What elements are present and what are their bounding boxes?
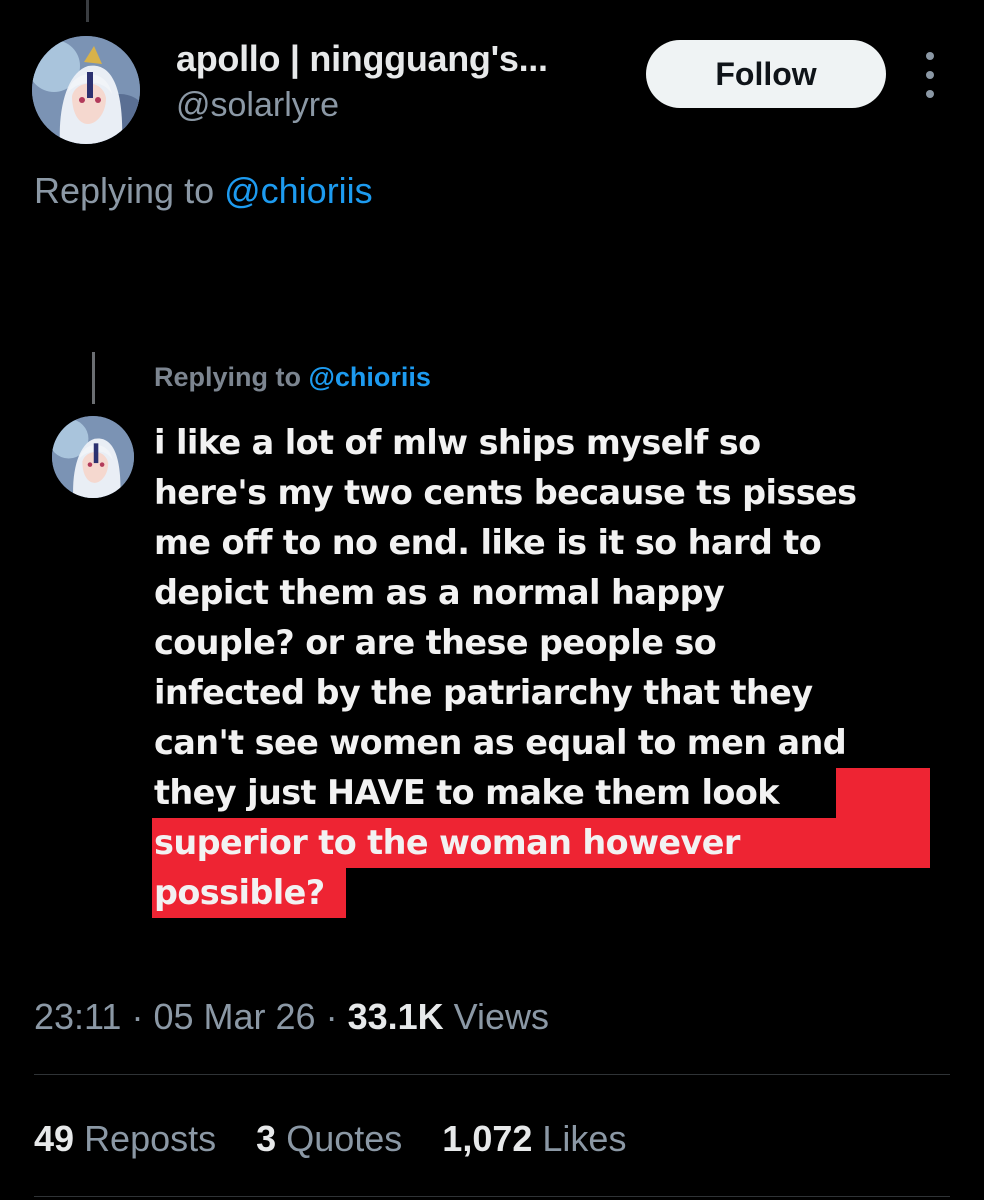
likes-count: 1,072 <box>442 1118 533 1159</box>
embedded-text-line: couple? or are these people so <box>154 623 717 662</box>
embedded-reply-context: Replying to @chioriis <box>154 362 431 393</box>
reposts-stat[interactable]: 49 Reposts <box>34 1118 216 1159</box>
quotes-label: Quotes <box>286 1118 403 1159</box>
views-label: Views <box>453 996 550 1037</box>
embedded-highlighted-line: superior to the woman however <box>154 823 740 862</box>
author-avatar[interactable] <box>32 36 140 144</box>
quotes-stat[interactable]: 3 Quotes <box>256 1118 402 1159</box>
more-dot <box>926 90 934 98</box>
quotes-count: 3 <box>256 1118 277 1159</box>
reply-prefix: Replying to <box>34 170 225 211</box>
embedded-text-line: me off to no end. like is it so hard to <box>154 523 822 562</box>
divider <box>34 1074 950 1075</box>
embedded-thread-line <box>92 352 95 404</box>
embedded-post-text: i like a lot of mlw ships myself so here… <box>154 418 944 918</box>
embedded-reply-prefix: Replying to <box>154 362 309 392</box>
embedded-avatar <box>52 416 134 498</box>
divider <box>34 1196 950 1197</box>
embedded-highlighted-line: possible? <box>154 873 325 912</box>
separator-dot: · <box>131 996 144 1037</box>
post-timestamp-row: 23:11 · 05 Mar 26 · 33.1K Views <box>34 996 549 1038</box>
likes-stat[interactable]: 1,072 Likes <box>442 1118 626 1159</box>
avatar-image-icon <box>32 36 140 144</box>
reply-mention-link[interactable]: @chioriis <box>224 170 373 211</box>
embedded-text-line: infected by the patriarchy that they <box>154 673 813 712</box>
post-time[interactable]: 23:11 <box>34 996 121 1037</box>
more-dot <box>926 71 934 79</box>
reposts-label: Reposts <box>84 1118 217 1159</box>
embedded-text-line: can't see women as equal to men and <box>154 723 847 762</box>
more-options-icon[interactable] <box>920 52 940 98</box>
embedded-text-line: they just HAVE to make them look <box>154 773 780 812</box>
author-display-name[interactable]: apollo | ningguang's... <box>176 38 548 80</box>
embedded-reply-mention: @chioriis <box>308 362 431 392</box>
engagement-stats: 49 Reposts 3 Quotes 1,072 Likes <box>34 1118 656 1160</box>
separator-dot: · <box>325 996 338 1037</box>
reposts-count: 49 <box>34 1118 75 1159</box>
thread-connector-line <box>86 0 89 22</box>
embedded-text-line: here's my two cents because ts pisses <box>154 473 857 512</box>
post-date[interactable]: 05 Mar 26 <box>153 996 315 1037</box>
likes-label: Likes <box>542 1118 627 1159</box>
embedded-avatar-image-icon <box>52 416 134 498</box>
embedded-text-line: i like a lot of mlw ships myself so <box>154 423 761 462</box>
embedded-text-line: depict them as a normal happy <box>154 573 725 612</box>
more-dot <box>926 52 934 60</box>
views-count[interactable]: 33.1K <box>348 996 444 1037</box>
follow-button[interactable]: Follow <box>646 40 886 108</box>
author-handle[interactable]: @solarlyre <box>176 86 339 125</box>
reply-context: Replying to @chioriis <box>34 170 373 212</box>
